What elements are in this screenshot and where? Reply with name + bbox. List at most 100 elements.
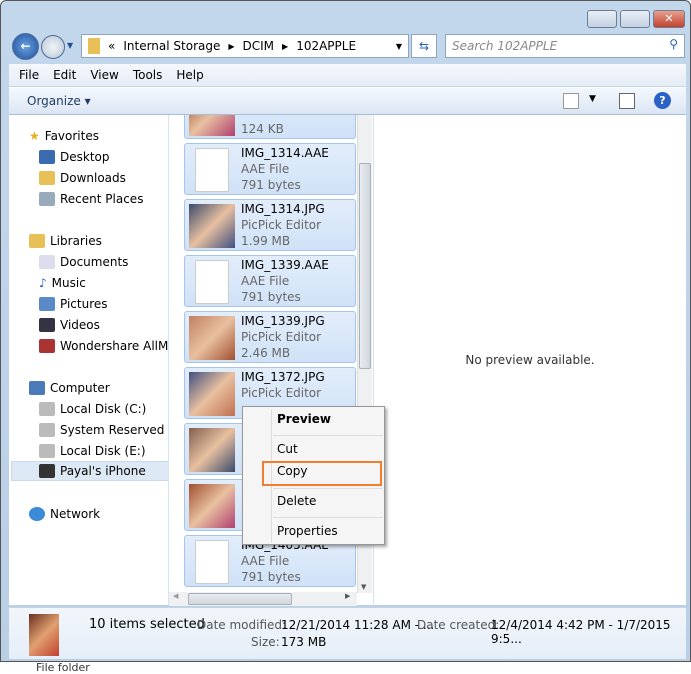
breadcrumb-internal-storage[interactable]: Internal Storage xyxy=(123,39,220,53)
photo-thumbnail xyxy=(189,115,235,136)
nav-videos[interactable]: Videos xyxy=(39,315,168,335)
menu-file[interactable]: File xyxy=(19,68,39,82)
file-type: PicPick Editor xyxy=(241,330,322,344)
nav-libraries[interactable]: Libraries xyxy=(29,231,168,251)
breadcrumb-dcim[interactable]: DCIM xyxy=(243,39,275,53)
navigation-pane: ★ Favorites Desktop Downloads Recent Plac… xyxy=(9,115,169,605)
nav-downloads[interactable]: Downloads xyxy=(39,168,168,188)
date-created: 12/4/2014 4:42 PM - 1/7/2015 9:5... xyxy=(491,618,671,646)
toolbar: Organize ▾ ▼ ? xyxy=(9,87,686,115)
date-modified: 12/21/2014 11:28 AM - ... xyxy=(281,618,435,632)
file-tile[interactable]: IMG_1339.AAE AAE File 791 bytes xyxy=(184,255,356,307)
background-file-type: File folder xyxy=(36,661,90,674)
file-type: PicPick Editor xyxy=(241,218,322,232)
nav-desktop[interactable]: Desktop xyxy=(39,147,168,167)
photo-thumbnail xyxy=(189,428,235,472)
nav-local-disk-c[interactable]: Local Disk (C:) xyxy=(39,399,168,419)
videos-icon xyxy=(39,318,55,332)
menu-view[interactable]: View xyxy=(90,68,118,82)
menu-item-properties[interactable]: Properties xyxy=(277,524,338,538)
nav-computer[interactable]: Computer xyxy=(29,378,168,398)
file-type: AAE File xyxy=(241,162,290,176)
menu-item-cut[interactable]: Cut xyxy=(277,442,298,456)
file-name: IMG_1339.AAE xyxy=(241,258,329,272)
file-tile[interactable]: 124 KB xyxy=(184,115,356,139)
file-size: 791 bytes xyxy=(241,178,301,192)
close-button[interactable]: ✕ xyxy=(653,10,685,28)
scroll-down-arrow[interactable]: ▼ xyxy=(361,583,366,591)
nav-network[interactable]: Network xyxy=(29,504,168,524)
menu-edit[interactable]: Edit xyxy=(53,68,76,82)
selection-thumbnail xyxy=(29,614,59,656)
photo-thumbnail xyxy=(189,372,235,416)
nav-pictures[interactable]: Pictures xyxy=(39,294,168,314)
recent-places-icon xyxy=(39,192,55,206)
file-name: IMG_1339.JPG xyxy=(241,314,325,328)
address-bar[interactable]: « Internal Storage ▶ DCIM ▶ 102APPLE ▼ xyxy=(81,34,409,58)
nav-documents[interactable]: Documents xyxy=(39,252,168,272)
iphone-icon xyxy=(39,464,55,478)
search-icon: ⚲ xyxy=(669,37,678,51)
file-size: 2.46 MB xyxy=(241,346,291,360)
file-type: PicPick Editor xyxy=(241,386,322,400)
scroll-left-arrow[interactable]: ◀ xyxy=(173,592,178,600)
menu-item-preview[interactable]: Preview xyxy=(277,412,331,426)
address-dropdown[interactable]: ▼ xyxy=(396,42,402,51)
wondershare-icon xyxy=(39,339,55,353)
search-input[interactable]: Search 102APPLE ⚲ xyxy=(445,34,685,58)
organize-button[interactable]: Organize ▾ xyxy=(27,94,91,108)
documents-icon xyxy=(39,255,55,269)
help-icon[interactable]: ? xyxy=(654,92,671,109)
scroll-thumb[interactable] xyxy=(359,163,371,369)
file-document-icon xyxy=(195,260,229,304)
items-selected-count: 10 items selected xyxy=(89,617,205,632)
forward-button[interactable] xyxy=(41,35,65,59)
nav-local-disk-e[interactable]: Local Disk (E:) xyxy=(39,441,168,461)
minimize-button[interactable] xyxy=(587,10,617,28)
context-menu: Preview Cut Copy Delete Properties xyxy=(242,406,385,545)
file-size: 791 bytes xyxy=(241,290,301,304)
change-view-icon[interactable] xyxy=(563,93,579,109)
computer-icon xyxy=(29,381,45,395)
nav-music[interactable]: ♪ Music xyxy=(39,273,168,293)
pictures-icon xyxy=(39,297,55,311)
view-dropdown[interactable]: ▼ xyxy=(589,94,596,104)
file-document-icon xyxy=(195,540,229,584)
h-scroll-thumb[interactable] xyxy=(188,593,292,605)
menu-tools[interactable]: Tools xyxy=(133,68,163,82)
drive-icon xyxy=(39,423,55,437)
breadcrumb-overflow[interactable]: « xyxy=(108,39,115,53)
file-document-icon xyxy=(195,148,229,192)
recent-pages-dropdown[interactable]: ▼ xyxy=(67,41,73,50)
menu-item-copy[interactable]: Copy xyxy=(277,464,307,478)
refresh-button[interactable]: ⇆ xyxy=(411,34,437,58)
nav-system-reserved[interactable]: System Reserved (D: xyxy=(39,420,168,440)
menu-item-delete[interactable]: Delete xyxy=(277,494,316,508)
file-type: AAE File xyxy=(241,554,290,568)
no-preview-text: No preview available. xyxy=(465,353,595,367)
file-tile[interactable]: IMG_1314.JPG PicPick Editor 1.99 MB xyxy=(184,199,356,251)
nav-recent-places[interactable]: Recent Places xyxy=(39,189,168,209)
back-button[interactable]: ← xyxy=(12,33,39,60)
scroll-right-arrow[interactable]: ▶ xyxy=(345,592,350,600)
file-tile[interactable]: IMG_1339.JPG PicPick Editor 2.46 MB xyxy=(184,311,356,363)
preview-pane-icon[interactable] xyxy=(619,93,635,109)
nav-favorites[interactable]: ★ Favorites xyxy=(29,126,168,146)
downloads-icon xyxy=(39,171,55,185)
file-tile[interactable]: IMG_1314.AAE AAE File 791 bytes xyxy=(184,143,356,195)
explorer-window: ✕ ← ▼ « Internal Storage ▶ DCIM ▶ 102APPLE… xyxy=(0,0,691,662)
music-icon: ♪ xyxy=(39,276,47,290)
nav-payals-iphone[interactable]: Payal's iPhone xyxy=(11,461,168,481)
photo-thumbnail xyxy=(189,316,235,360)
menu-help[interactable]: Help xyxy=(176,68,203,82)
file-size: 1.99 MB xyxy=(241,234,291,248)
horizontal-scrollbar[interactable]: ◀ ▶ xyxy=(169,592,357,606)
details-pane: 10 items selected Date modified: 12/21/2… xyxy=(9,607,686,659)
file-size: 124 KB xyxy=(241,122,284,136)
menu-bar: File Edit View Tools Help xyxy=(9,64,686,86)
nav-wondershare[interactable]: Wondershare AllMy xyxy=(39,336,168,356)
photo-thumbnail xyxy=(189,204,235,248)
maximize-button[interactable] xyxy=(620,10,650,28)
folder-icon xyxy=(88,38,100,54)
breadcrumb-102apple[interactable]: 102APPLE xyxy=(296,39,356,53)
